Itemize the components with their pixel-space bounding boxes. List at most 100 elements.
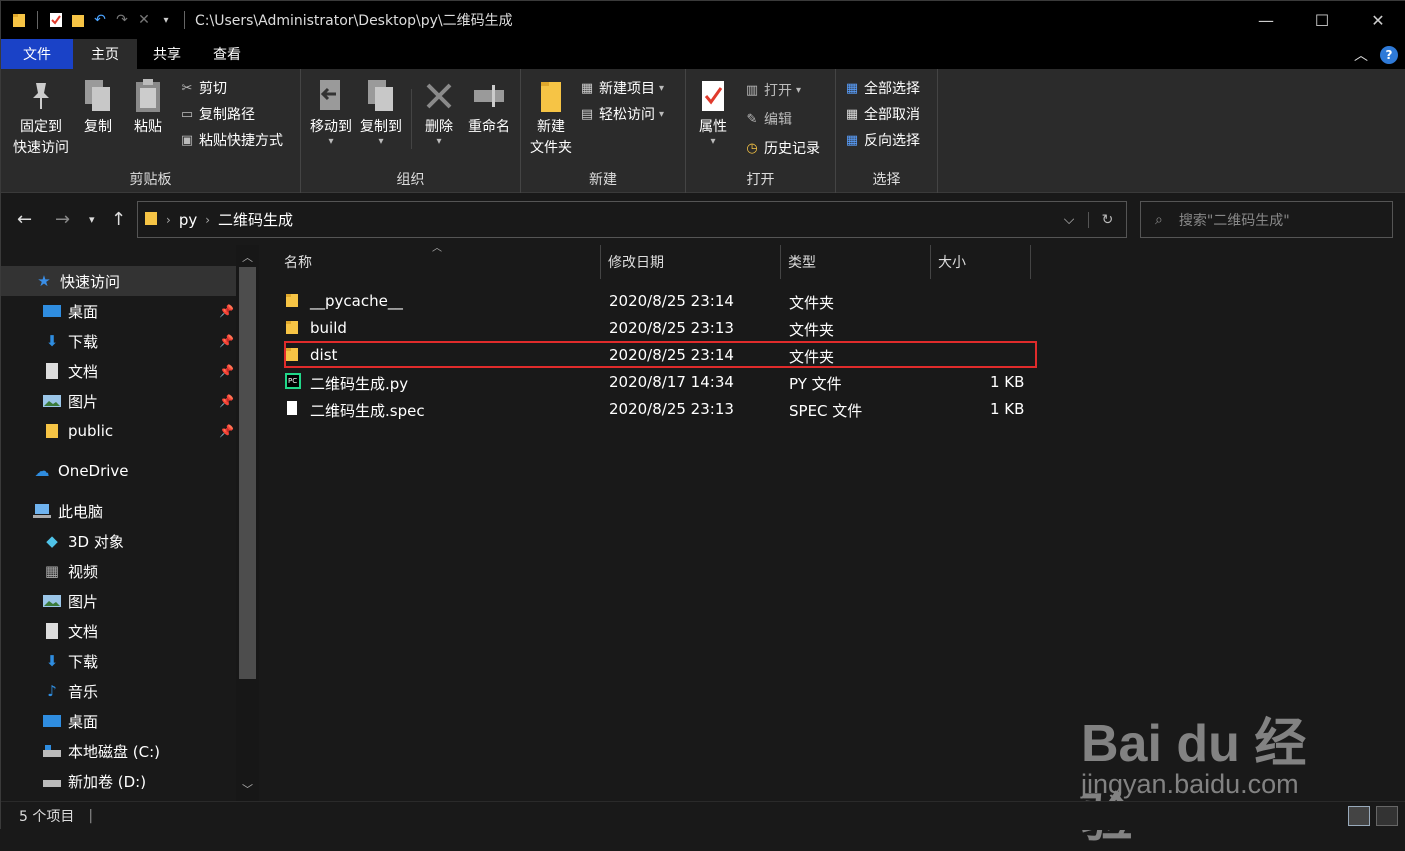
nav-quick-access[interactable]: ★ 快速访问: [1, 266, 236, 296]
redo-icon[interactable]: ↷: [114, 12, 130, 28]
properties-dropdown-icon: ▾: [710, 136, 716, 147]
minimize-button[interactable]: —: [1238, 1, 1294, 39]
search-placeholder: 搜索"二维码生成": [1178, 212, 1290, 229]
nav-pc-3d-objects[interactable]: ◆ 3D 对象: [1, 526, 236, 556]
pictures-icon: [43, 392, 61, 410]
nav-qa-documents[interactable]: 文档 📌: [1, 356, 236, 386]
tab-share[interactable]: 共享: [137, 39, 197, 69]
help-icon[interactable]: ?: [1380, 46, 1398, 64]
copy-icon: [81, 77, 115, 115]
up-icon[interactable]: ↑: [111, 209, 126, 230]
ribbon: 固定到 快速访问 复制 粘贴 ✂ 剪切 ▭ 复制路径 ▣ 粘贴快捷方式 剪贴板 移动到…: [1, 69, 1405, 193]
nav-this-pc[interactable]: 此电脑: [1, 496, 236, 526]
delete-dropdown-icon: ▾: [436, 136, 442, 147]
breadcrumb-separator-icon: ›: [205, 212, 211, 227]
address-dropdown-icon[interactable]: ⌵: [1050, 212, 1088, 228]
collapse-ribbon-icon[interactable]: ︿: [1354, 45, 1368, 65]
history-button[interactable]: ◷ 历史记录: [744, 137, 820, 159]
copy-to-button[interactable]: 复制到 ▾: [357, 77, 405, 147]
nav-pc-downloads[interactable]: ⬇ 下载: [1, 646, 236, 676]
open-button[interactable]: ▥ 打开 ▾: [744, 79, 801, 101]
file-row[interactable]: PC 二维码生成.py 2020/8/17 14:34 PY 文件 1 KB: [281, 369, 1038, 396]
properties-icon[interactable]: [48, 12, 64, 28]
delete-icon[interactable]: ✕: [136, 12, 152, 28]
column-header-type[interactable]: 类型: [781, 245, 931, 279]
nav-qa-pictures[interactable]: 图片 📌: [1, 386, 236, 416]
scroll-down-icon[interactable]: ﹀: [236, 781, 259, 797]
nav-pc-music[interactable]: ♪ 音乐: [1, 676, 236, 706]
breadcrumb-py[interactable]: py: [179, 211, 197, 229]
copy-to-dropdown-icon: ▾: [378, 136, 384, 147]
pin-to-quick-access-button[interactable]: 固定到 快速访问: [9, 77, 73, 159]
move-to-button[interactable]: 移动到 ▾: [307, 77, 355, 147]
paste-button[interactable]: 粘贴: [127, 77, 169, 138]
organize-group-label: 组织: [396, 172, 425, 188]
rename-button[interactable]: 重命名: [463, 77, 515, 138]
address-tail: ⌵ ↻: [1050, 202, 1126, 237]
select-none-button[interactable]: ▦ 全部取消: [844, 103, 920, 125]
address-bar[interactable]: › py › 二维码生成 ⌵ ↻: [137, 201, 1127, 238]
nav-qa-downloads[interactable]: ⬇ 下载 📌: [1, 326, 236, 356]
onedrive-cloud-icon: ☁: [34, 462, 50, 480]
nav-scrollbar[interactable]: ︿ ﹀: [236, 245, 259, 801]
window-title-path: C:\Users\Administrator\Desktop\py\二维码生成: [195, 13, 513, 29]
recent-locations-icon[interactable]: ▾: [89, 213, 95, 226]
invert-selection-icon: ▦: [845, 132, 859, 148]
pin-icon: 📌: [219, 304, 234, 318]
undo-icon[interactable]: ↶: [92, 12, 108, 28]
new-folder-button[interactable]: 新建 文件夹: [525, 77, 577, 159]
scrollbar-thumb[interactable]: [239, 267, 256, 679]
properties-button[interactable]: 属性 ▾: [692, 77, 734, 147]
folder-icon: [285, 292, 303, 310]
large-icons-view-icon[interactable]: [1376, 806, 1398, 826]
invert-selection-button[interactable]: ▦ 反向选择: [844, 129, 920, 151]
new-item-button[interactable]: ▦ 新建项目 ▾: [579, 77, 664, 99]
easy-access-dropdown-icon: ▾: [659, 108, 665, 120]
nav-pc-pictures[interactable]: 图片: [1, 586, 236, 616]
nav-pc-drive-d[interactable]: 新加卷 (D:): [1, 766, 236, 796]
scroll-up-icon[interactable]: ︿: [236, 249, 259, 265]
new-folder-icon[interactable]: [70, 12, 86, 28]
nav-pc-documents[interactable]: 文档: [1, 616, 236, 646]
back-icon[interactable]: ←: [17, 209, 32, 230]
file-row[interactable]: build 2020/8/25 23:13 文件夹: [281, 315, 1038, 342]
clipboard-group: 固定到 快速访问 复制 粘贴 ✂ 剪切 ▭ 复制路径 ▣ 粘贴快捷方式 剪贴板: [1, 69, 301, 193]
copy-path-button[interactable]: ▭ 复制路径: [179, 103, 255, 125]
column-header-name[interactable]: 名称 ︿: [277, 243, 601, 279]
delete-button[interactable]: 删除 ▾: [419, 77, 459, 147]
select-all-button[interactable]: ▦ 全部选择: [844, 77, 920, 99]
forward-icon[interactable]: →: [55, 209, 70, 230]
select-all-icon: ▦: [845, 80, 859, 96]
tab-view[interactable]: 查看: [197, 39, 257, 69]
new-folder-icon: [534, 77, 568, 115]
nav-onedrive[interactable]: ☁ OneDrive: [1, 456, 236, 486]
nav-pc-desktop[interactable]: 桌面: [1, 706, 236, 736]
details-view-icon[interactable]: [1348, 806, 1370, 826]
refresh-icon[interactable]: ↻: [1088, 211, 1126, 228]
file-row[interactable]: 二维码生成.spec 2020/8/25 23:13 SPEC 文件 1 KB: [281, 396, 1038, 423]
search-input[interactable]: ⌕ 搜索"二维码生成": [1140, 201, 1393, 238]
cut-button[interactable]: ✂ 剪切: [179, 77, 227, 99]
easy-access-button[interactable]: ▤ 轻松访问 ▾: [579, 103, 664, 125]
file-row[interactable]: __pycache__ 2020/8/25 23:14 文件夹: [281, 288, 1038, 315]
nav-pc-drive-c[interactable]: 本地磁盘 (C:): [1, 736, 236, 766]
group-divider: [411, 89, 412, 149]
column-header-date[interactable]: 修改日期: [601, 245, 781, 279]
breadcrumb-current[interactable]: 二维码生成: [218, 209, 293, 230]
paste-shortcut-button[interactable]: ▣ 粘贴快捷方式: [179, 129, 283, 151]
column-header-size[interactable]: 大小: [931, 245, 1031, 279]
search-icon: ⌕: [1155, 211, 1163, 228]
nav-qa-desktop[interactable]: 桌面 📌: [1, 296, 236, 326]
maximize-button[interactable]: ☐: [1294, 1, 1350, 39]
tab-home[interactable]: 主页: [73, 39, 137, 69]
copy-to-icon: [364, 77, 398, 115]
close-button[interactable]: ✕: [1350, 1, 1405, 39]
tab-file[interactable]: 文件: [1, 39, 73, 69]
customize-dropdown-icon[interactable]: ▾: [158, 12, 174, 28]
edit-button[interactable]: ✎ 编辑: [744, 108, 792, 130]
nav-qa-public[interactable]: public 📌: [1, 416, 236, 446]
nav-pc-videos[interactable]: ▦ 视频: [1, 556, 236, 586]
status-divider: |: [88, 808, 94, 824]
copy-button[interactable]: 复制: [77, 77, 119, 138]
file-list: 名称 ︿ 修改日期 类型 大小 __pycache__ 2020/8/25 23:…: [259, 243, 1405, 801]
